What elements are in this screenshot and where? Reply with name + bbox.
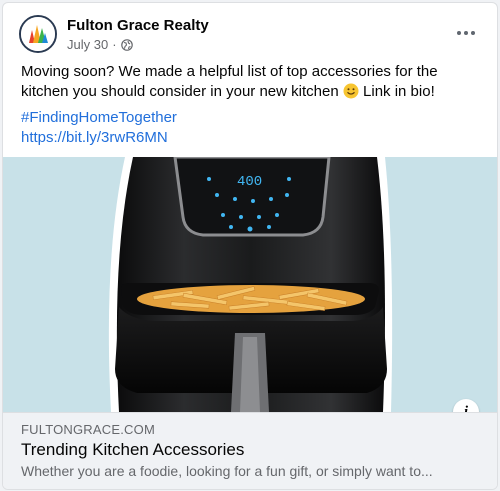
post-links: #FindingHomeTogether https://bit.ly/3rwR… xyxy=(21,108,177,148)
meta-separator: · xyxy=(112,37,117,52)
smiley-emoji-icon xyxy=(343,83,359,99)
caption-line-1: Moving soon? We made a helpful list of t… xyxy=(21,63,438,80)
globe-icon[interactable] xyxy=(120,38,133,51)
fulton-grace-logo-icon xyxy=(21,17,55,51)
hashtag-link[interactable]: #FindingHomeTogether xyxy=(21,108,177,128)
link-description: Whether you are a foodie, looking for a … xyxy=(21,463,433,479)
post-date[interactable]: July 30 xyxy=(67,37,108,52)
bitly-link[interactable]: https://bit.ly/3rwR6MN xyxy=(21,128,177,148)
post-header: Fulton Grace Realty July 30 · xyxy=(19,13,481,59)
facebook-post: Fulton Grace Realty July 30 · Moving soo… xyxy=(2,2,498,490)
link-domain: FULTONGRACE.COM xyxy=(21,422,155,437)
caption-line-2: kitchen you should consider in your new … xyxy=(21,82,483,102)
temperature-display: 400 xyxy=(237,174,262,190)
link-preview[interactable]: FULTONGRACE.COM Trending Kitchen Accesso… xyxy=(3,412,497,489)
caption-text: kitchen you should consider in your new … xyxy=(21,83,343,100)
link-title[interactable]: Trending Kitchen Accessories xyxy=(21,440,244,460)
page-name[interactable]: Fulton Grace Realty xyxy=(67,17,209,34)
page-avatar[interactable] xyxy=(19,15,57,53)
post-meta: July 30 · xyxy=(67,37,133,52)
more-options-icon[interactable] xyxy=(451,21,481,45)
post-caption: Moving soon? We made a helpful list of t… xyxy=(21,62,483,102)
caption-text-end: Link in bio! xyxy=(358,83,435,100)
air-fryer-image: 400 xyxy=(3,157,497,412)
post-image[interactable]: 400 i xyxy=(3,157,497,412)
